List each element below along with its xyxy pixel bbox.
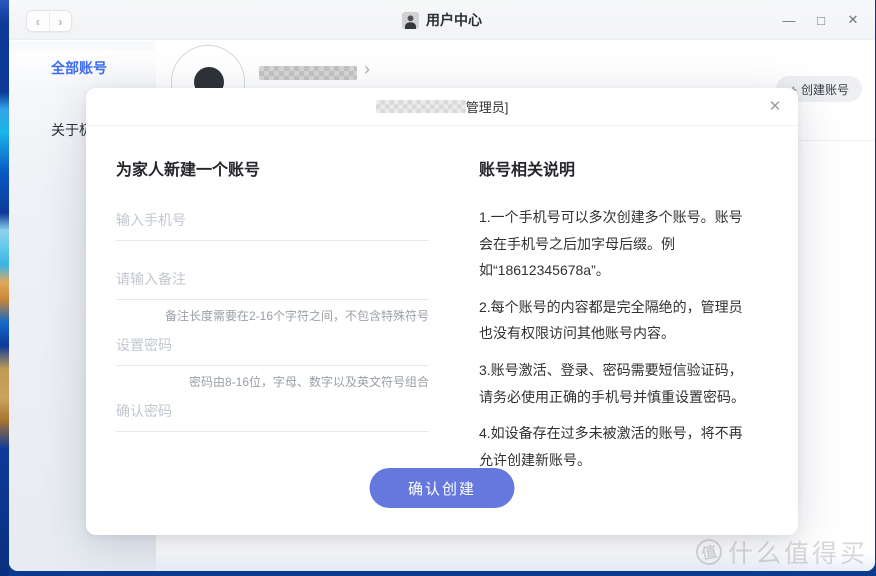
user-avatar-icon <box>402 12 419 29</box>
note-input[interactable] <box>116 271 429 300</box>
password-helper-text: 密码由8-16位，字母、数字以及英文符号组合 <box>116 373 429 390</box>
chevron-right-icon: › <box>364 59 370 80</box>
minimize-button[interactable]: — <box>781 13 797 28</box>
title-group: 用户中心 <box>9 0 875 40</box>
confirm-create-button[interactable]: 确认创建 <box>370 468 515 508</box>
create-account-label: 创建账号 <box>801 81 849 98</box>
window-controls: — □ ✕ <box>781 0 861 40</box>
desktop-background-strip <box>0 0 9 576</box>
phone-field-row <box>116 212 429 241</box>
confirm-password-input[interactable] <box>116 403 429 432</box>
account-form: 为家人新建一个账号 备注长度需要在2-16个字符之间，不包含特殊符号 密码由8-… <box>116 126 429 473</box>
create-account-modal: 管理员] ✕ 为家人新建一个账号 备注长度需要在2-16个字符之间，不包含特殊符… <box>86 88 798 535</box>
sidebar-item-all-accounts[interactable]: 全部账号 <box>9 51 156 85</box>
modal-title-suffix: 管理员] <box>466 97 509 116</box>
censored-username <box>259 66 357 80</box>
phone-input[interactable] <box>116 212 429 241</box>
info-item-1: 1.一个手机号可以多次创建多个账号。账号会在手机号之后加字母后缀。例如“1861… <box>479 204 756 284</box>
censored-modal-title <box>376 100 466 113</box>
page-title: 用户中心 <box>426 10 482 30</box>
form-heading: 为家人新建一个账号 <box>116 156 429 180</box>
maximize-button[interactable]: □ <box>813 13 829 28</box>
account-info-panel: 账号相关说明 1.一个手机号可以多次创建多个账号。账号会在手机号之后加字母后缀。… <box>479 126 756 473</box>
close-modal-icon[interactable]: ✕ <box>766 97 784 115</box>
password-input[interactable] <box>116 337 429 366</box>
close-window-button[interactable]: ✕ <box>845 12 861 28</box>
note-field-row <box>116 271 429 300</box>
info-item-2: 2.每个账号的内容都是完全隔绝的，管理员也没有权限访问其他账号内容。 <box>479 294 756 347</box>
note-helper-text: 备注长度需要在2-16个字符之间，不包含特殊符号 <box>116 307 429 324</box>
confirm-password-field-row <box>116 403 429 432</box>
info-item-3: 3.账号激活、登录、密码需要短信验证码，请务必使用正确的手机号并慎重设置密码。 <box>479 357 756 410</box>
app-window: ‹ › 用户中心 — □ ✕ 全部账号 关于极 › <box>9 0 875 571</box>
info-item-4: 4.如设备存在过多未被激活的账号，将不再允许创建新账号。 <box>479 420 756 473</box>
password-field-row <box>116 337 429 366</box>
titlebar: ‹ › 用户中心 — □ ✕ <box>9 0 875 40</box>
modal-body: 为家人新建一个账号 备注长度需要在2-16个字符之间，不包含特殊符号 密码由8-… <box>86 126 798 473</box>
info-heading: 账号相关说明 <box>479 156 756 180</box>
modal-header: 管理员] ✕ <box>86 88 798 126</box>
